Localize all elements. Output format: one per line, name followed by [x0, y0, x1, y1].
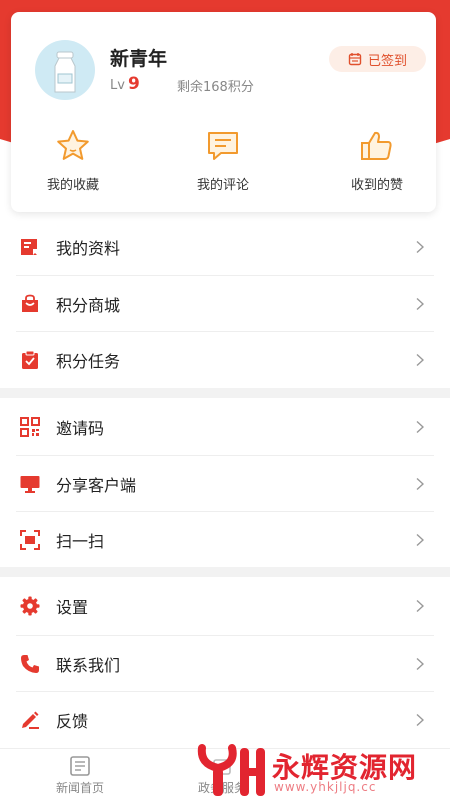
star-icon — [57, 130, 89, 160]
qr-code-icon — [20, 417, 40, 437]
tab-news-home[interactable]: 新闻首页 — [30, 755, 130, 796]
points-balance: 剩余168积分 — [177, 80, 254, 95]
chevron-right-icon — [416, 657, 424, 671]
section-gap — [0, 388, 450, 398]
watermark: 永辉资源网 www.yhkjljq.cc — [196, 742, 450, 800]
chevron-right-icon — [416, 599, 424, 613]
quick-action-label: 收到的赞 — [350, 178, 403, 193]
menu-label: 积分商城 — [56, 296, 121, 315]
menu-label: 扫一扫 — [56, 532, 105, 551]
level-value: 9 — [127, 74, 140, 94]
chevron-right-icon — [416, 240, 424, 254]
checkin-button[interactable]: 已签到 — [329, 46, 426, 72]
chevron-right-icon — [416, 420, 424, 434]
gear-icon — [20, 596, 40, 616]
menu-item-settings[interactable]: 设置 — [0, 578, 450, 634]
menu-item-points-mall[interactable]: 积分商城 — [0, 276, 450, 332]
menu-label: 邀请码 — [56, 419, 105, 438]
menu-item-points-tasks[interactable]: 积分任务 — [0, 332, 450, 388]
monitor-icon — [20, 476, 40, 493]
menu-label: 积分任务 — [56, 352, 121, 371]
profile-doc-icon — [21, 239, 37, 255]
chevron-right-icon — [416, 477, 424, 491]
menu-label: 我的资料 — [56, 239, 121, 258]
level-label: Lv — [110, 78, 125, 93]
quick-action-comments[interactable]: 我的评论 — [163, 128, 283, 193]
phone-icon — [21, 655, 39, 673]
watermark-logo-icon — [197, 744, 265, 796]
tab-label: 新闻首页 — [55, 781, 104, 795]
menu-label: 设置 — [56, 598, 89, 617]
menu-item-share-client[interactable]: 分享客户端 — [0, 456, 450, 512]
username: 新青年 — [110, 48, 168, 70]
menu-item-invite-code[interactable]: 邀请码 — [0, 399, 450, 455]
task-clipboard-icon — [22, 350, 38, 369]
news-icon — [70, 756, 90, 776]
milk-bottle-avatar-icon — [54, 51, 76, 93]
menu-item-contact-us[interactable]: 联系我们 — [0, 636, 450, 692]
chevron-right-icon — [416, 533, 424, 547]
menu-label: 分享客户端 — [56, 476, 137, 495]
quick-action-favorites[interactable]: 我的收藏 — [13, 128, 133, 193]
scan-icon — [20, 530, 40, 550]
chevron-right-icon — [416, 297, 424, 311]
watermark-url: www.yhkjljq.cc — [274, 780, 377, 794]
thumbs-up-icon — [361, 131, 392, 160]
pen-icon — [22, 711, 39, 729]
menu-label: 反馈 — [56, 712, 89, 731]
user-level: Lv 9 — [110, 74, 140, 94]
avatar[interactable] — [35, 40, 95, 100]
section-gap — [0, 567, 450, 577]
chevron-right-icon — [416, 353, 424, 367]
quick-action-likes[interactable]: 收到的赞 — [317, 128, 437, 193]
quick-action-label: 我的收藏 — [46, 178, 99, 193]
profile-card: 新青年 Lv 9 剩余168积分 已签到 我的收藏 我的评论 收到的赞 — [11, 12, 436, 212]
shopping-bag-icon — [22, 294, 38, 312]
chevron-right-icon — [416, 713, 424, 727]
quick-action-label: 我的评论 — [196, 178, 249, 193]
menu-item-feedback[interactable]: 反馈 — [0, 692, 450, 748]
calendar-icon — [348, 53, 362, 66]
menu-item-scan[interactable]: 扫一扫 — [0, 512, 450, 568]
comment-icon — [208, 132, 238, 160]
checkin-label: 已签到 — [367, 53, 407, 69]
menu-label: 联系我们 — [56, 656, 121, 675]
menu-item-my-profile[interactable]: 我的资料 — [0, 219, 450, 275]
